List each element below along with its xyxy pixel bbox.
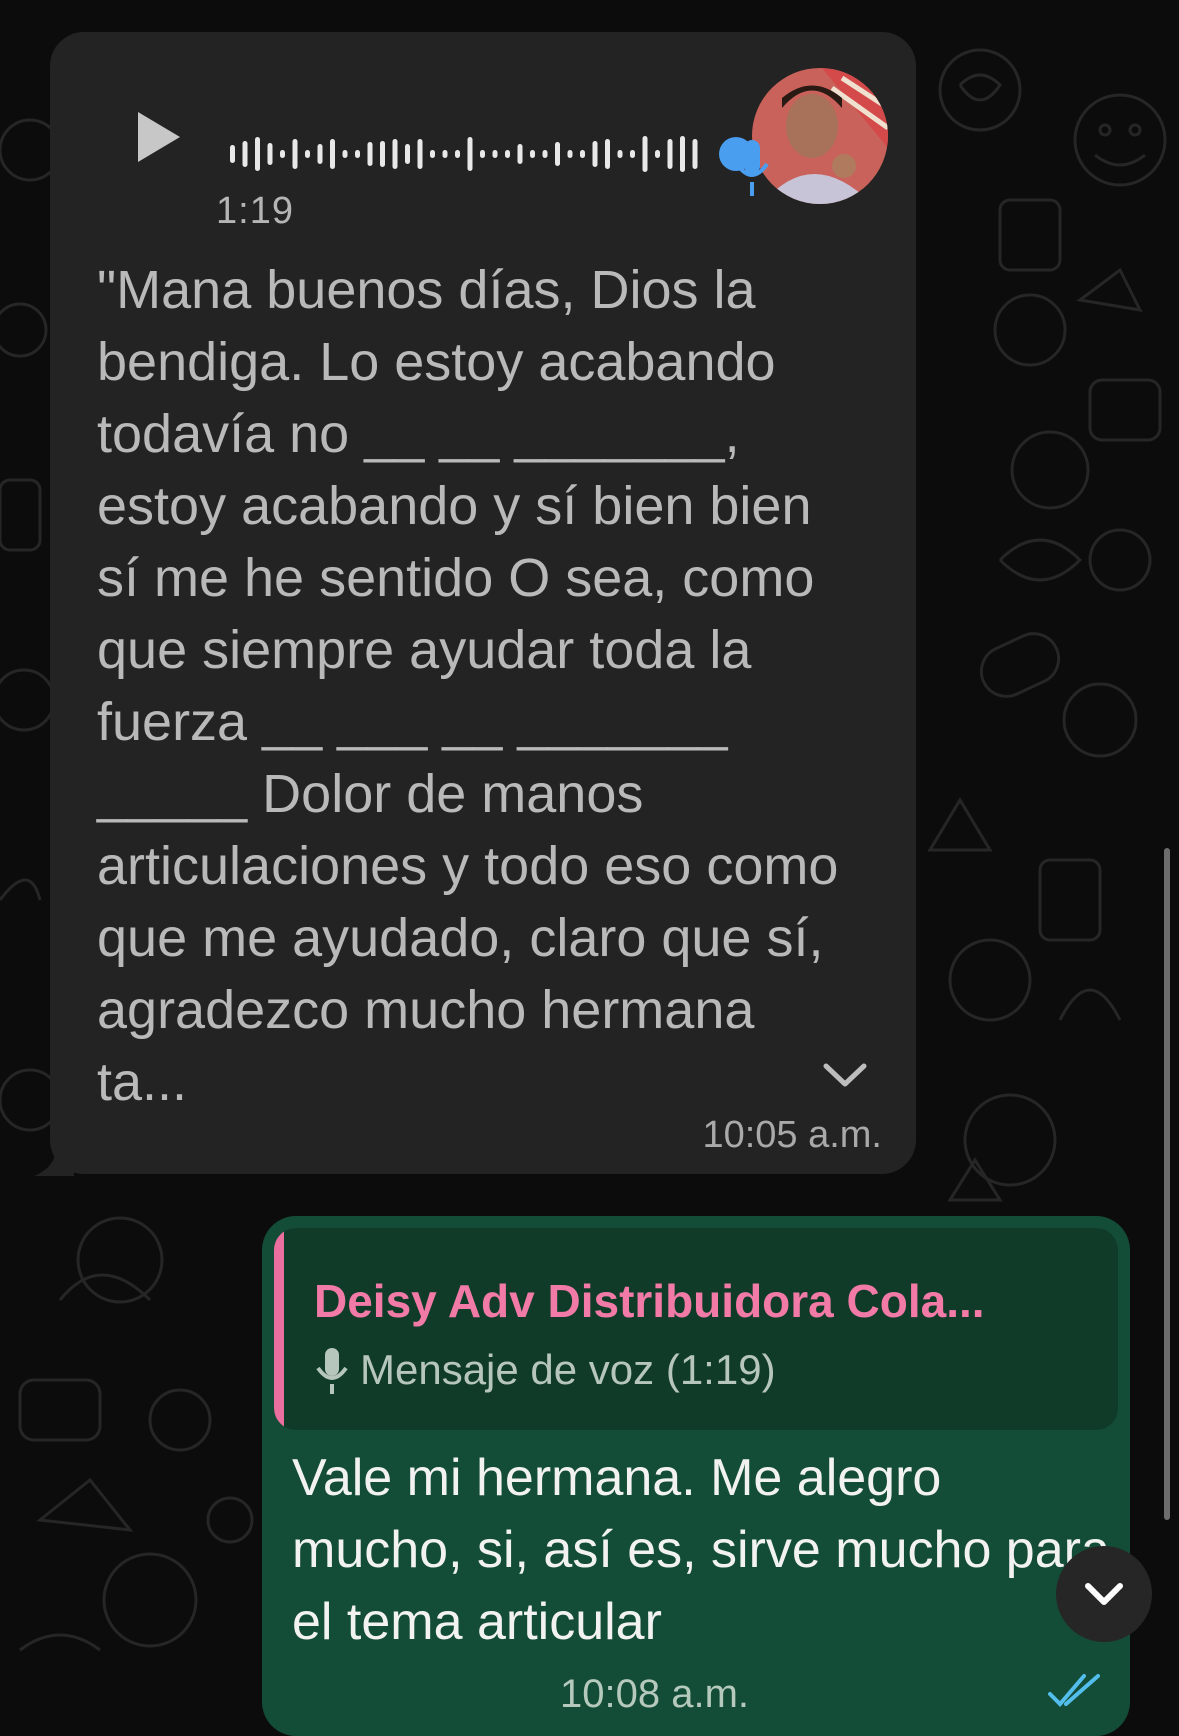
quoted-author: Deisy Adv Distribuidora Cola... [314,1275,985,1327]
voice-duration: 1:19 [216,190,294,232]
scrollbar[interactable] [1164,848,1170,1520]
outgoing-message[interactable]: Deisy Adv Distribuidora Cola... Mensaje … [262,1216,1130,1736]
quoted-text: Mensaje de voz (1:19) [360,1346,776,1393]
message-timestamp: 10:05 a.m. [702,1114,882,1156]
voice-waveform[interactable] [228,132,768,176]
quoted-message[interactable]: Deisy Adv Distribuidora Cola... Mensaje … [274,1228,1118,1430]
message-text: Vale mi hermana. Me alegro mucho, si, as… [292,1449,1110,1651]
microphone-icon [735,140,769,196]
chevron-down-icon[interactable] [820,1058,870,1094]
chevron-down-icon [1085,1583,1123,1605]
voice-transcript: "Mana buenos días, Dios la bendiga. Lo e… [97,260,839,1112]
message-timestamp: 10:08 a.m. [560,1672,750,1716]
incoming-voice-message[interactable]: 1:19 "Mana buenos días, Dios la bendiga.… [50,32,916,1174]
scroll-to-bottom-button[interactable] [1056,1546,1152,1642]
double-check-icon [1048,1674,1100,1707]
avatar[interactable] [752,68,888,204]
quote-accent-bar [274,1228,284,1430]
play-icon[interactable] [120,102,190,172]
microphone-icon [316,1348,348,1394]
